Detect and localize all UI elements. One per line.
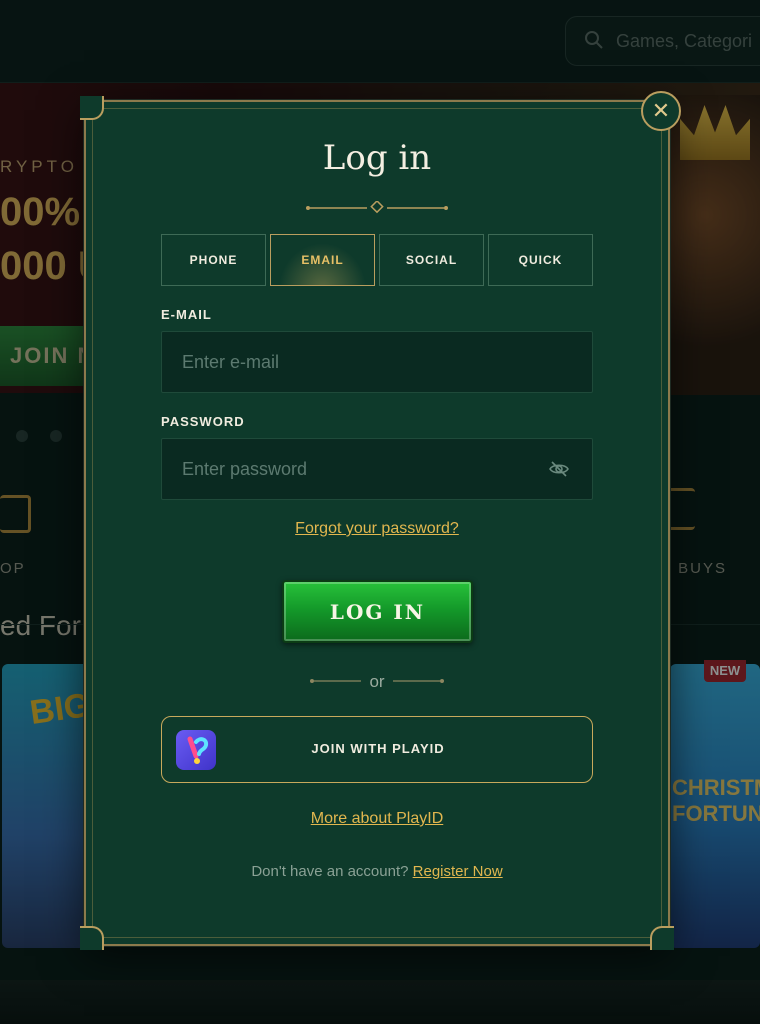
close-icon: ✕ bbox=[651, 98, 671, 123]
or-text: or bbox=[369, 672, 385, 691]
corner-ornament bbox=[80, 926, 104, 950]
password-field[interactable] bbox=[161, 438, 593, 500]
eye-off-icon[interactable] bbox=[548, 458, 570, 480]
register-now-link[interactable]: Register Now bbox=[413, 863, 503, 880]
or-divider: or bbox=[309, 672, 445, 691]
forgot-password-link[interactable]: Forgot your password? bbox=[161, 520, 593, 538]
tab-quick[interactable]: QUICK bbox=[488, 234, 593, 286]
corner-ornament bbox=[650, 926, 674, 950]
join-playid-label: JOIN WITH PLAYID bbox=[311, 741, 445, 756]
password-label: PASSWORD bbox=[161, 414, 245, 429]
register-prompt-text: Don't have an account? bbox=[251, 863, 409, 880]
join-playid-button[interactable]: JOIN WITH PLAYID bbox=[161, 716, 593, 783]
register-prompt: Don't have an account? Register Now bbox=[84, 863, 670, 880]
more-about-playid-link[interactable]: More about PlayID bbox=[161, 810, 593, 828]
email-field[interactable] bbox=[161, 331, 593, 393]
tab-email[interactable]: EMAIL bbox=[270, 234, 375, 286]
login-button[interactable]: LOG IN bbox=[282, 580, 473, 643]
email-label: E-MAIL bbox=[161, 307, 212, 322]
corner-ornament bbox=[80, 96, 104, 120]
login-method-tabs: PHONE EMAIL SOCIAL QUICK bbox=[161, 234, 593, 286]
tab-social[interactable]: SOCIAL bbox=[379, 234, 484, 286]
title-divider-ornament bbox=[306, 201, 448, 214]
close-button[interactable]: ✕ bbox=[641, 91, 681, 131]
modal-title: Log in bbox=[322, 138, 432, 178]
tab-phone[interactable]: PHONE bbox=[161, 234, 266, 286]
